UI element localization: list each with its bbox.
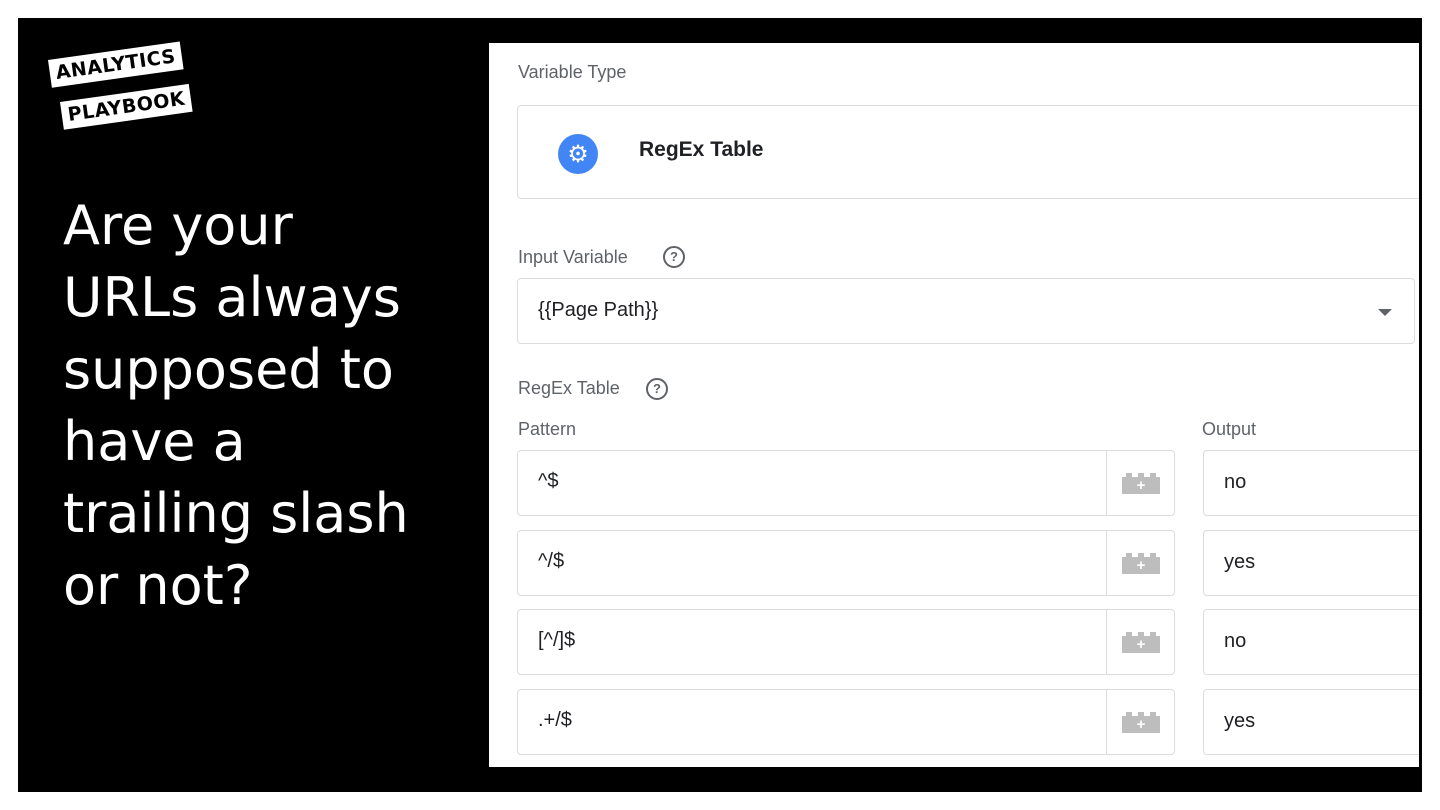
variable-type-name: RegEx Table — [639, 138, 764, 161]
headline: Are your URLs always supposed to have a … — [63, 190, 463, 622]
headline-line: supposed to — [63, 338, 394, 401]
variable-type-card[interactable]: ⚙ RegEx Table — [517, 105, 1419, 199]
insert-variable-icon[interactable]: + — [1122, 632, 1160, 654]
pattern-field[interactable]: ^/$ + — [517, 530, 1175, 596]
dropdown-arrow-icon — [1378, 309, 1392, 316]
pattern-value: .+/$ — [538, 709, 572, 731]
variable-type-label: Variable Type — [518, 62, 627, 82]
pattern-column-header: Pattern — [518, 419, 577, 439]
output-value: no — [1224, 471, 1247, 493]
output-value: yes — [1224, 551, 1256, 573]
output-value: no — [1224, 630, 1247, 652]
help-icon[interactable]: ? — [646, 378, 668, 400]
divider — [1106, 451, 1107, 515]
output-column-header: Output — [1202, 419, 1257, 439]
output-field[interactable]: no — [1203, 450, 1419, 516]
variable-config-panel: Variable Type ⚙ RegEx Table Input Variab… — [489, 43, 1419, 767]
table-row: .+/$ + yes — [517, 689, 1419, 755]
input-variable-value: {{Page Path}} — [538, 299, 659, 321]
pattern-field[interactable]: .+/$ + — [517, 689, 1175, 755]
table-row: ^/$ + yes — [517, 530, 1419, 596]
pattern-value: ^/$ — [538, 550, 565, 572]
output-field[interactable]: no — [1203, 609, 1419, 675]
headline-line: trailing slash — [63, 482, 409, 545]
input-variable-select[interactable]: {{Page Path}} — [517, 278, 1415, 344]
insert-variable-icon[interactable]: + — [1122, 553, 1160, 575]
insert-variable-icon[interactable]: + — [1122, 473, 1160, 495]
gear-icon: ⚙ — [558, 134, 598, 174]
table-row: [^/]$ + no — [517, 609, 1419, 675]
divider — [1106, 531, 1107, 595]
logo-line-2: PLAYBOOK — [60, 83, 193, 130]
headline-line: URLs always — [63, 266, 401, 329]
table-row: ^$ + no — [517, 450, 1419, 516]
pattern-value: [^/]$ — [538, 629, 576, 651]
headline-line: Are your — [63, 194, 293, 257]
divider — [1106, 690, 1107, 754]
pattern-field[interactable]: ^$ + — [517, 450, 1175, 516]
pattern-value: ^$ — [538, 470, 559, 492]
regex-table-label: RegEx Table — [518, 378, 620, 398]
headline-line: have a — [63, 410, 246, 473]
output-field[interactable]: yes — [1203, 530, 1419, 596]
help-icon[interactable]: ? — [663, 246, 685, 268]
pattern-field[interactable]: [^/]$ + — [517, 609, 1175, 675]
output-value: yes — [1224, 710, 1256, 732]
analytics-playbook-logo: ANALYTICS PLAYBOOK — [46, 41, 196, 150]
headline-line: or not? — [63, 554, 253, 617]
output-field[interactable]: yes — [1203, 689, 1419, 755]
input-variable-label: Input Variable — [518, 247, 628, 267]
divider — [1106, 610, 1107, 674]
insert-variable-icon[interactable]: + — [1122, 712, 1160, 734]
